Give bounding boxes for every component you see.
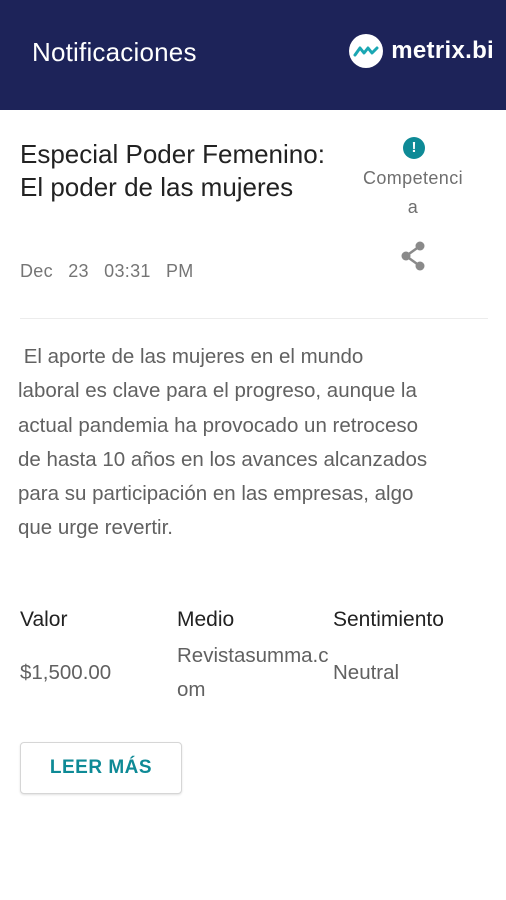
notification-time: 03:31 PM (104, 261, 194, 281)
notification-headline: Especial Poder Femenino: El poder de las… (20, 139, 325, 202)
sentimiento-value: Neutral (333, 661, 400, 684)
share-icon[interactable] (398, 240, 428, 272)
valor-label: Valor (20, 608, 68, 631)
valor-value: $1,500.00 (20, 661, 112, 684)
category-label: Competencia (362, 168, 464, 217)
medio-value: Revistasumma.com (177, 644, 329, 701)
read-more-button[interactable]: LEER MÁS (20, 742, 182, 794)
notification-screen: Notificaciones metrix.bi Especial Poder … (0, 0, 506, 900)
notification-summary: El aporte de las mujeres en el mundo lab… (18, 345, 433, 540)
divider (20, 318, 488, 319)
brand-name: metrix.bi (391, 37, 494, 64)
metrix-logo-icon (349, 34, 384, 68)
brand: metrix.bi (349, 34, 494, 68)
notification-date: Dec 23 (20, 261, 89, 281)
sentimiento-label: Sentimiento (333, 608, 444, 631)
page-title: Notificaciones (32, 37, 197, 67)
app-header: Notificaciones metrix.bi (0, 0, 506, 110)
medio-label: Medio (177, 608, 235, 631)
notification-datetime: Dec 23 03:31 PM (20, 261, 194, 282)
exclamation-icon: ! (403, 137, 425, 159)
